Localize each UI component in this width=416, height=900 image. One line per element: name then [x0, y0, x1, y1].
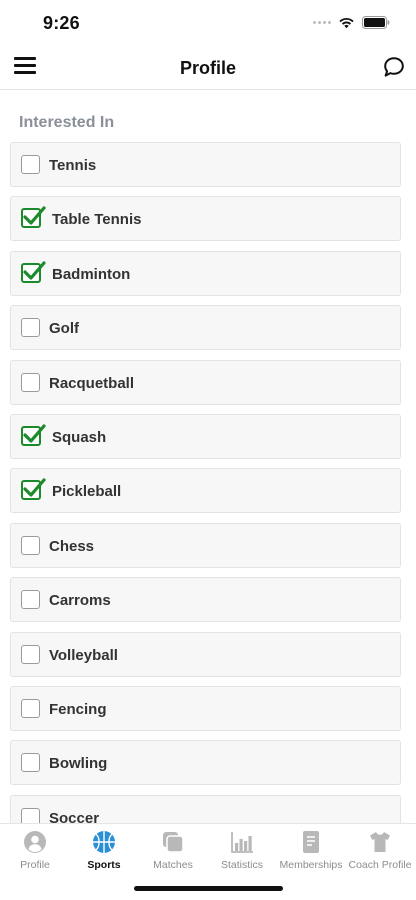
tab-memberships[interactable]: Memberships [276, 830, 346, 871]
chat-bubble-icon[interactable] [383, 56, 405, 78]
tab-coach-profile[interactable]: Coach Profile [345, 830, 415, 871]
checkbox-unchecked[interactable] [21, 535, 40, 555]
tab-label: Statistics [220, 859, 263, 871]
document-icon [303, 831, 319, 853]
status-time: 9:26 [43, 13, 80, 33]
sport-option-label: Squash [52, 428, 107, 446]
checkbox-unchecked[interactable] [21, 698, 40, 718]
battery-icon [362, 16, 390, 29]
bar-chart-icon [231, 832, 253, 853]
person-icon [24, 831, 46, 853]
checkbox-checked[interactable] [21, 206, 46, 229]
checkbox-checked[interactable] [21, 261, 46, 283]
tab-label: Profile [20, 859, 50, 871]
sport-option-label: Tennis [49, 157, 97, 174]
checkbox-unchecked[interactable] [21, 590, 40, 610]
sport-option-label: Bowling [49, 755, 108, 773]
tab-statistics[interactable]: Statistics [207, 830, 277, 871]
sport-option-label: Soccer [49, 809, 100, 823]
sport-option-label: Pickleball [52, 483, 122, 501]
sport-option-chess[interactable]: Chess [10, 522, 401, 568]
content-scroll-area[interactable]: Interested In Tennis Table Tennis Badminto… [0, 91, 416, 823]
checkbox-unchecked[interactable] [21, 372, 40, 392]
sport-option-label: Table Tennis [52, 211, 142, 229]
section-title: Interested In [19, 114, 115, 131]
status-bar: 9:26 [0, 0, 416, 46]
sport-option-carroms[interactable]: Carroms [10, 577, 401, 623]
sport-option-label: Fencing [49, 700, 107, 718]
tab-profile[interactable]: Profile [0, 830, 70, 871]
checkmark-icon [23, 424, 46, 443]
sport-option-bowling[interactable]: Bowling [10, 740, 401, 786]
sport-option-racquetball[interactable]: Racquetball [10, 359, 401, 405]
checkbox-unchecked[interactable] [21, 807, 40, 823]
matches-icon [163, 832, 184, 853]
sport-option-golf[interactable]: Golf [10, 305, 401, 351]
tab-label: Memberships [279, 859, 343, 871]
sport-option-label: Volleyball [49, 646, 118, 664]
home-indicator [134, 886, 283, 891]
sport-option-label: Golf [49, 320, 79, 338]
wifi-icon [339, 17, 354, 29]
nav-bar: Profile [0, 46, 416, 90]
checkbox-checked[interactable] [21, 424, 46, 446]
basketball-icon [93, 831, 115, 853]
page-title: Profile [179, 58, 236, 78]
sport-option-squash[interactable]: Squash [10, 413, 401, 459]
sport-option-label: Chess [49, 537, 95, 555]
tab-label: Sports [87, 859, 121, 871]
tab-label: Matches [153, 859, 193, 871]
tab-matches[interactable]: Matches [138, 830, 208, 871]
sports-list: Tennis Table Tennis Badminton Golf Racquetba… [10, 142, 401, 823]
sport-option-label: Racquetball [49, 374, 135, 392]
tab-label: Coach Profile [348, 859, 412, 871]
sport-option-badminton[interactable]: Badminton [10, 250, 401, 296]
sport-option-soccer[interactable]: Soccer [10, 794, 401, 823]
cellular-signal-icon [313, 21, 331, 24]
tab-sports[interactable]: Sports [69, 830, 139, 871]
checkmark-icon [23, 206, 46, 225]
shirt-icon [370, 832, 390, 852]
sport-option-volleyball[interactable]: Volleyball [10, 631, 401, 677]
sport-option-label: Badminton [52, 265, 131, 283]
checkbox-unchecked[interactable] [21, 753, 40, 773]
sport-option-fencing[interactable]: Fencing [10, 685, 401, 731]
sport-option-pickleball[interactable]: Pickleball [10, 468, 401, 514]
sport-option-table-tennis[interactable]: Table Tennis [10, 196, 401, 242]
checkbox-unchecked[interactable] [21, 644, 40, 664]
checkmark-icon [23, 261, 46, 280]
sport-option-tennis[interactable]: Tennis [10, 142, 401, 187]
checkmark-icon [23, 478, 46, 497]
checkbox-unchecked[interactable] [21, 155, 40, 174]
status-icons [313, 16, 390, 29]
checkbox-checked[interactable] [21, 478, 46, 501]
sport-option-label: Carroms [49, 592, 111, 610]
checkbox-unchecked[interactable] [21, 318, 40, 338]
